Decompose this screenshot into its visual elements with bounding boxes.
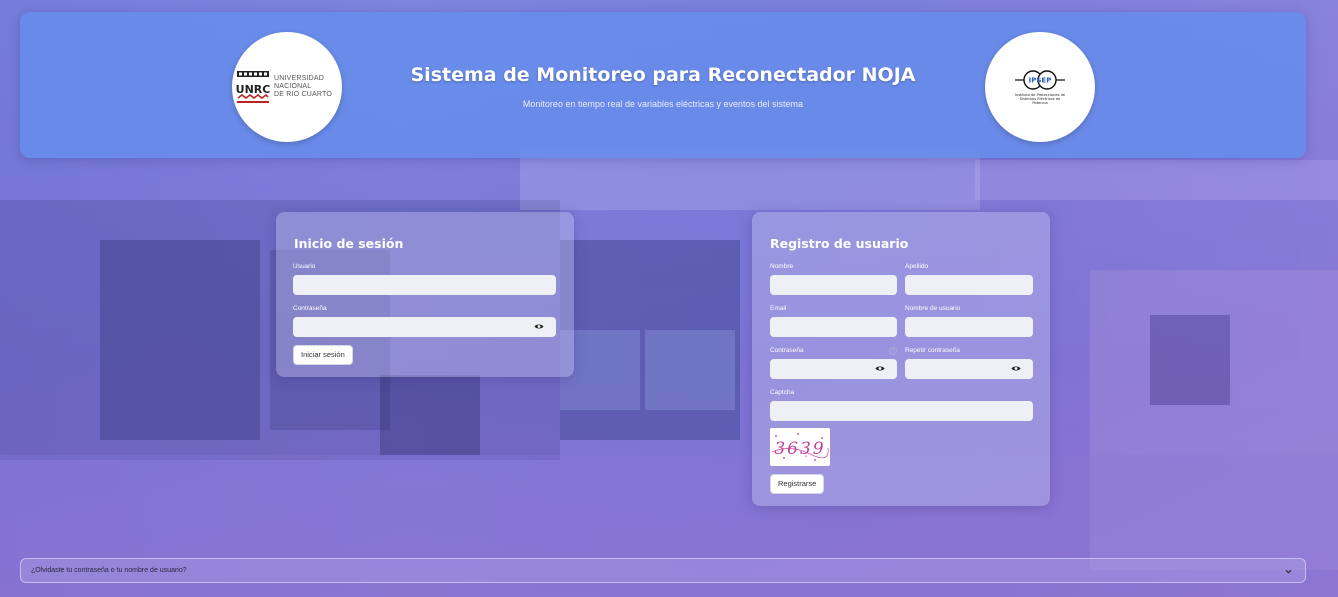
eye-icon[interactable] xyxy=(875,365,885,372)
lastname-label: Apellido xyxy=(905,263,929,270)
page-subtitle: Monitoreo en tiempo real de variables el… xyxy=(522,99,804,109)
page-title: Sistema de Monitoreo para Reconectador N… xyxy=(410,64,916,86)
password-input[interactable] xyxy=(293,317,556,337)
username-input[interactable] xyxy=(293,275,556,295)
email-label: Email xyxy=(770,305,787,312)
register-card: Registro de usuario Nombre Apellido Emai… xyxy=(752,212,1050,506)
login-title: Inicio de sesión xyxy=(294,236,404,251)
register-username-label: Nombre de usuario xyxy=(905,305,961,312)
lastname-input[interactable] xyxy=(905,275,1033,295)
register-title: Registro de usuario xyxy=(770,236,909,251)
captcha-image: 3639 xyxy=(770,428,830,466)
ipsep-logo-icon: IPSEP xyxy=(1015,69,1065,90)
name-label: Nombre xyxy=(770,263,794,270)
eye-icon[interactable] xyxy=(534,323,544,330)
captcha-label: Captcha xyxy=(770,389,795,396)
username-label: Usuario xyxy=(293,263,316,270)
svg-text:3639: 3639 xyxy=(774,439,825,459)
header-banner: UNRC UNIVERSIDAD NACIONAL DE RIO CUARTO … xyxy=(20,12,1306,158)
question-circle-icon[interactable]: ? xyxy=(889,347,897,355)
password-label: Contraseña xyxy=(293,305,327,312)
repeat-password-label: Repetir contraseña xyxy=(905,347,960,354)
register-password-label: Contraseña xyxy=(770,347,804,354)
ipsep-logo-text: Instituto de Protecciones de Sistemas El… xyxy=(1014,92,1066,106)
unrc-logo: UNRC UNIVERSIDAD NACIONAL DE RIO CUARTO xyxy=(232,32,342,142)
svg-text:IPSEP: IPSEP xyxy=(1029,76,1052,84)
eye-icon[interactable] xyxy=(1011,365,1021,372)
register-username-input[interactable] xyxy=(905,317,1033,337)
login-button[interactable]: Iniciar sesión xyxy=(293,345,353,365)
captcha-input[interactable] xyxy=(770,401,1033,421)
forgot-credentials-label: ¿Olvidaste tu contraseña o tu nombre de … xyxy=(31,567,187,574)
login-card: Inicio de sesión Usuario Contraseña Inic… xyxy=(276,212,574,377)
name-input[interactable] xyxy=(770,275,897,295)
chevron-down-icon[interactable] xyxy=(1284,567,1293,576)
ipsep-logo: IPSEP Instituto de Protecciones de Siste… xyxy=(985,32,1095,142)
forgot-credentials-expander[interactable]: ¿Olvidaste tu contraseña o tu nombre de … xyxy=(20,558,1306,583)
email-input[interactable] xyxy=(770,317,897,337)
register-button[interactable]: Registrarse xyxy=(770,474,825,494)
